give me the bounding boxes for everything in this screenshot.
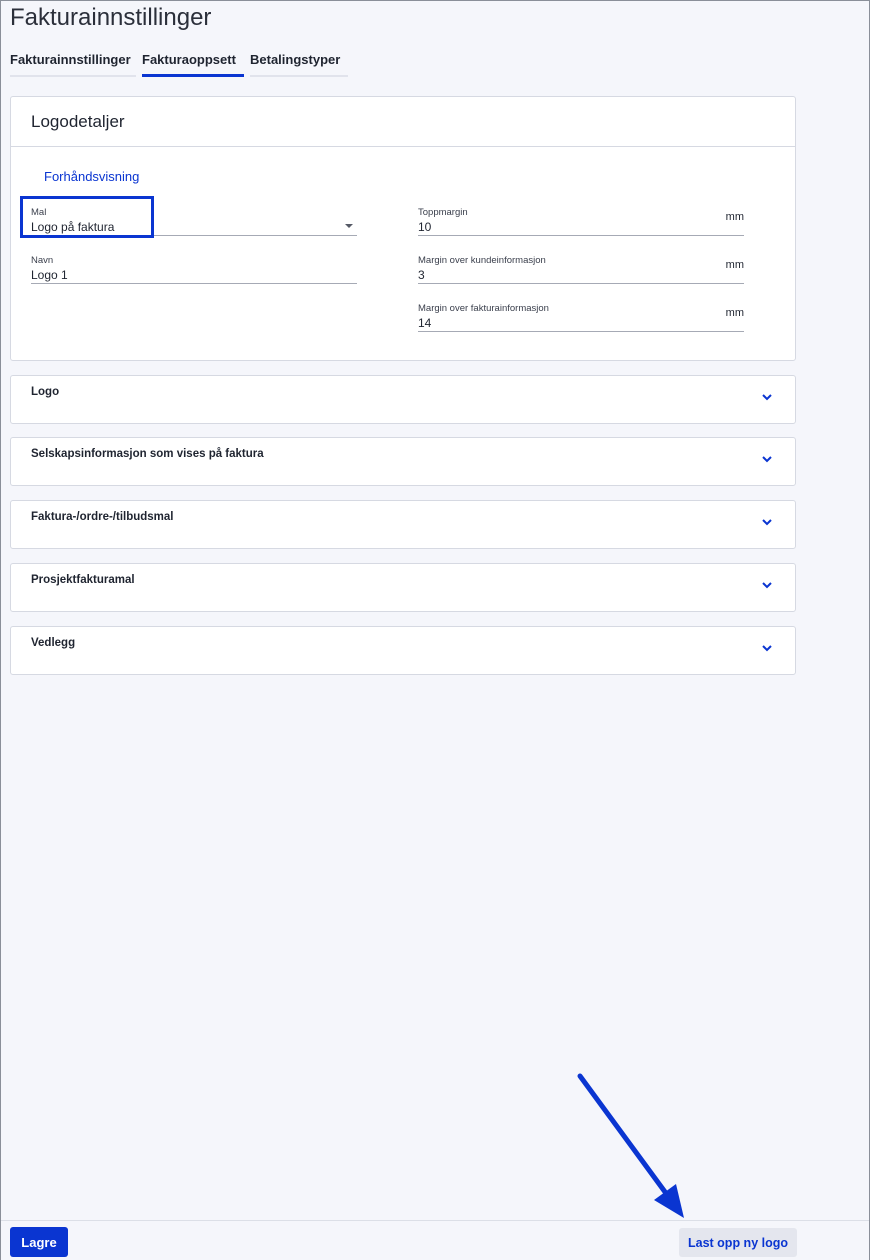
margin-invoice-label: Margin over fakturainformasjon bbox=[418, 303, 549, 314]
arrow-icon bbox=[577, 1073, 684, 1218]
top-margin-label: Toppmargin bbox=[418, 207, 468, 218]
section-title: Prosjektfakturamal bbox=[31, 574, 135, 586]
chevron-down-icon[interactable] bbox=[761, 392, 773, 402]
section-title: Logo bbox=[31, 386, 60, 398]
margin-invoice-field[interactable]: Margin over fakturainformasjon 14 mm bbox=[418, 303, 744, 332]
section-title: Vedlegg bbox=[31, 637, 76, 649]
save-button[interactable]: Lagre bbox=[10, 1227, 68, 1257]
chevron-down-icon[interactable] bbox=[761, 643, 773, 653]
name-value: Logo 1 bbox=[31, 268, 68, 282]
top-margin-field[interactable]: Toppmargin 10 mm bbox=[418, 207, 744, 236]
tab-fakturaoppsett[interactable]: Fakturaoppsett bbox=[142, 52, 244, 77]
tab-fakturainnstillinger[interactable]: Fakturainnstillinger bbox=[10, 52, 136, 77]
card-title: Logodetaljer bbox=[11, 97, 795, 147]
margin-customer-field[interactable]: Margin over kundeinformasjon 3 mm bbox=[418, 255, 744, 284]
section-invoice-template[interactable]: Faktura-/ordre-/tilbudsmal bbox=[10, 500, 796, 549]
caret-down-icon bbox=[345, 224, 353, 228]
preview-link[interactable]: Forhåndsvisning bbox=[44, 169, 139, 184]
margin-customer-value: 3 bbox=[418, 268, 425, 282]
section-attachments[interactable]: Vedlegg bbox=[10, 626, 796, 675]
chevron-down-icon[interactable] bbox=[761, 580, 773, 590]
chevron-down-icon[interactable] bbox=[761, 517, 773, 527]
name-field[interactable]: Navn Logo 1 bbox=[31, 255, 357, 284]
margin-invoice-value: 14 bbox=[418, 316, 432, 330]
top-margin-value: 10 bbox=[418, 220, 432, 234]
tab-betalingstyper[interactable]: Betalingstyper bbox=[250, 52, 348, 77]
section-logo[interactable]: Logo bbox=[10, 375, 796, 424]
section-title: Faktura-/ordre-/tilbudsmal bbox=[31, 511, 174, 523]
highlight-box bbox=[20, 196, 154, 238]
tab-bar: Fakturainnstillinger Fakturaoppsett Beta… bbox=[10, 52, 354, 77]
top-margin-unit: mm bbox=[725, 211, 744, 223]
margin-invoice-unit: mm bbox=[725, 307, 744, 319]
upload-logo-button[interactable]: Last opp ny logo bbox=[679, 1228, 797, 1257]
section-company-info[interactable]: Selskapsinformasjon som vises på faktura bbox=[10, 437, 796, 486]
section-project-invoice[interactable]: Prosjektfakturamal bbox=[10, 563, 796, 612]
margin-customer-unit: mm bbox=[725, 259, 744, 271]
margin-customer-label: Margin over kundeinformasjon bbox=[418, 255, 546, 266]
name-label: Navn bbox=[31, 255, 54, 266]
chevron-down-icon[interactable] bbox=[761, 454, 773, 464]
page-title: Fakturainnstillinger bbox=[10, 4, 212, 31]
section-title: Selskapsinformasjon som vises på faktura bbox=[31, 448, 264, 460]
